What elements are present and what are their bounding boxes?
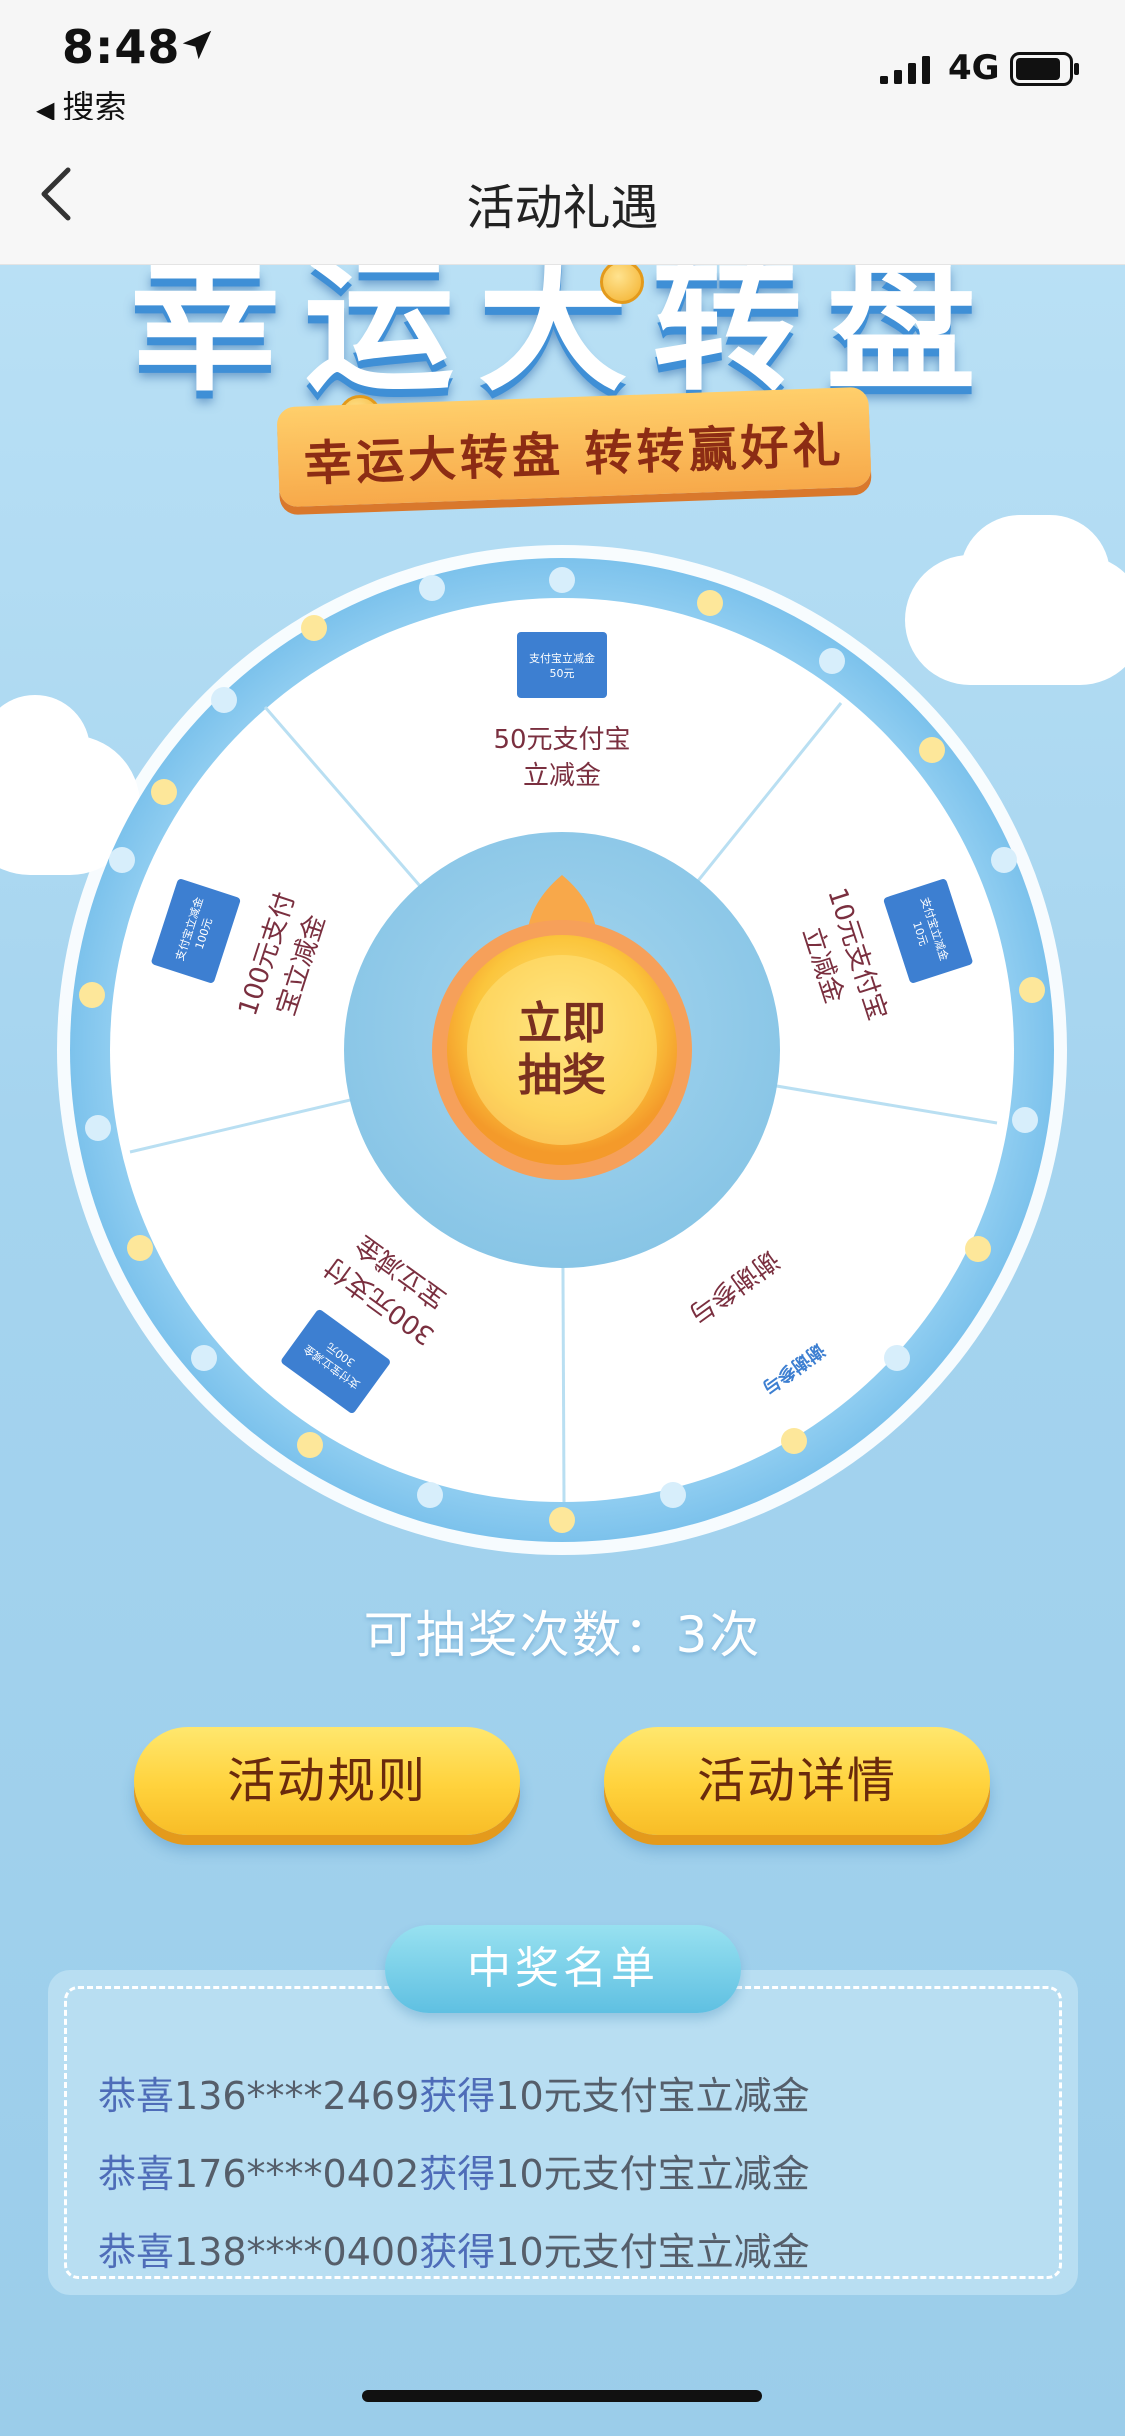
status-bar: 8:48 ◀ 搜索 4G	[0, 0, 1125, 126]
draw-count-text: 可抽奖次数：3次	[363, 1606, 762, 1664]
lucky-wheel-stage: 幸运大转盘 幸运大转盘 转转赢好礼 支付宝立减金 50元 50元支付宝 立减金 …	[0, 265, 1125, 2436]
light-bulb	[109, 847, 135, 873]
winner-row: 恭喜176****0402获得10元支付宝立减金	[98, 2152, 810, 2196]
spin-label-line1: 立即	[518, 998, 606, 1049]
light-bulb	[1012, 1107, 1038, 1133]
light-bulb	[919, 737, 945, 763]
status-time: 8:48	[62, 20, 181, 74]
subtitle-ribbon: 幸运大转盘 转转赢好礼	[276, 386, 872, 508]
location-arrow-icon	[182, 30, 212, 60]
light-bulb	[819, 648, 845, 674]
light-bulb	[297, 1432, 323, 1458]
cellular-signal-icon	[880, 56, 930, 84]
svg-text:50元: 50元	[550, 667, 575, 680]
battery-icon	[1010, 52, 1079, 86]
light-bulb	[301, 615, 327, 641]
light-bulb	[884, 1345, 910, 1371]
light-bulb	[127, 1235, 153, 1261]
svg-text:立减金: 立减金	[523, 761, 601, 791]
light-bulb	[697, 590, 723, 616]
light-bulb	[79, 982, 105, 1008]
page-title: 活动礼遇	[466, 180, 659, 236]
network-type: 4G	[948, 48, 1000, 88]
light-bulb	[1019, 977, 1045, 1003]
light-bulb	[991, 847, 1017, 873]
prize-wheel: 支付宝立减金 50元 50元支付宝 立减金 支付宝立减金 10元 10元支付宝 …	[57, 545, 1067, 1555]
light-bulb	[549, 1507, 575, 1533]
light-bulb	[660, 1482, 686, 1508]
activity-details-button[interactable]: 活动详情	[604, 1727, 990, 1835]
svg-text:支付宝立减金: 支付宝立减金	[529, 651, 595, 665]
light-bulb	[549, 567, 575, 593]
winners-header: 中奖名单	[385, 1925, 741, 2013]
banner-subtitle: 幸运大转盘 转转赢好礼	[303, 417, 846, 493]
winners-list: 恭喜136****2469获得10元支付宝立减金 恭喜176****0402获得…	[48, 1970, 1078, 2295]
light-bulb	[191, 1345, 217, 1371]
svg-text:50元支付宝: 50元支付宝	[493, 725, 630, 755]
light-bulb	[417, 1482, 443, 1508]
activity-rules-button[interactable]: 活动规则	[134, 1727, 520, 1835]
light-bulb	[419, 575, 445, 601]
winner-row: 恭喜136****2469获得10元支付宝立减金	[98, 2074, 810, 2118]
light-bulb	[85, 1115, 111, 1141]
banner-title: 幸运大转盘	[129, 265, 1000, 412]
winner-row: 恭喜138****0400获得10元支付宝立减金	[98, 2230, 810, 2274]
light-bulb	[781, 1428, 807, 1454]
light-bulb	[211, 687, 237, 713]
light-bulb	[965, 1236, 991, 1262]
spin-label-line2: 抽奖	[518, 1050, 606, 1101]
home-indicator[interactable]	[362, 2390, 762, 2402]
navigation-bar: 活动礼遇	[0, 120, 1125, 265]
light-bulb	[151, 779, 177, 805]
